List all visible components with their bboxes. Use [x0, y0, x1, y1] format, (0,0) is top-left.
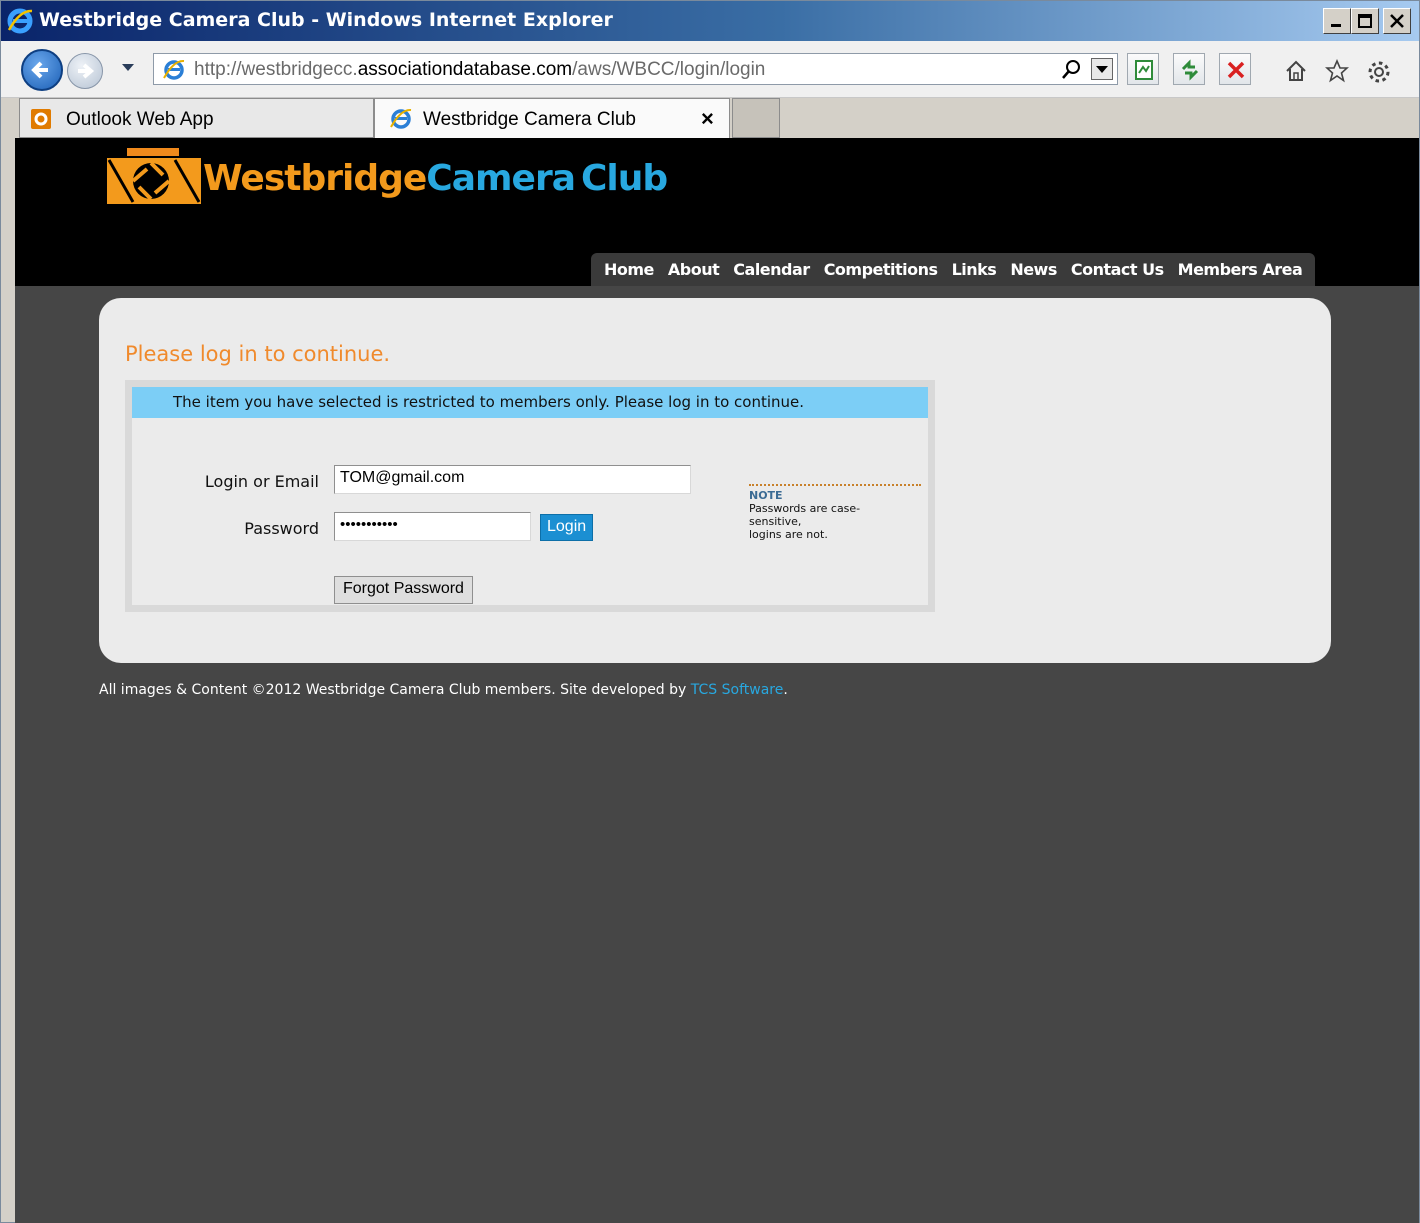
- outlook-icon: [31, 109, 51, 129]
- url-prefix: http://westbridgecc.: [194, 59, 358, 80]
- new-tab-button[interactable]: [732, 98, 780, 138]
- email-field[interactable]: TOM@gmail.com: [334, 465, 691, 494]
- nav-news[interactable]: News: [1003, 260, 1064, 279]
- note-title: NOTE: [749, 489, 783, 502]
- tab-westbridge-camera-club[interactable]: Westbridge Camera Club ×: [374, 98, 730, 138]
- title-bar: Westbridge Camera Club - Windows Interne…: [1, 1, 1419, 41]
- ie-icon: [390, 108, 412, 129]
- refresh-button[interactable]: [1173, 53, 1205, 85]
- login-form: The item you have selected is restricted…: [132, 387, 928, 605]
- footer-text: All images & Content ©2012 Westbridge Ca…: [99, 682, 691, 698]
- stop-button[interactable]: [1219, 53, 1251, 85]
- email-label: Login or Email: [204, 472, 319, 491]
- close-icon: [1390, 14, 1404, 28]
- footer-end: .: [783, 682, 788, 698]
- main-nav-menu: Home About Calendar Competitions Links N…: [591, 253, 1316, 286]
- back-arrow-icon: [31, 61, 48, 79]
- compatibility-view-button[interactable]: [1127, 53, 1159, 85]
- maximize-button[interactable]: [1351, 8, 1379, 34]
- url-path: /aws/WBCC/login/login: [572, 59, 766, 80]
- minimize-button[interactable]: [1323, 8, 1351, 34]
- password-label: Password: [244, 519, 319, 538]
- page-title: Please log in to continue.: [125, 342, 391, 366]
- password-note: NOTE Passwords are case- sensitive, logi…: [749, 484, 921, 541]
- tab-bar: Outlook Web App Westbridge Camera Club ×: [1, 98, 1419, 138]
- tab-close-icon[interactable]: ×: [701, 106, 714, 132]
- stop-icon: [1227, 61, 1245, 79]
- page-favicon-icon: [163, 59, 185, 80]
- ie-logo-icon: [7, 8, 33, 34]
- site-header: WestbridgeCamera Club Home About Calendar…: [15, 138, 1419, 286]
- forward-button[interactable]: [67, 53, 103, 89]
- tab-outlook-web-app[interactable]: Outlook Web App: [19, 98, 374, 138]
- notice-text: The item you have selected is restricted…: [173, 393, 805, 411]
- note-line-1: Passwords are case-: [749, 502, 861, 515]
- window-title: Westbridge Camera Club - Windows Interne…: [39, 9, 613, 31]
- chevron-down-icon: [1096, 66, 1108, 73]
- refresh-icon: [1181, 59, 1199, 81]
- tab-label: Westbridge Camera Club: [423, 109, 636, 130]
- url-text[interactable]: http://westbridgecc.associationdatabase.…: [194, 59, 765, 81]
- tcs-software-link[interactable]: TCS Software: [691, 682, 784, 698]
- note-line-2: sensitive,: [749, 515, 802, 528]
- login-button[interactable]: Login: [540, 514, 594, 541]
- navigation-bar: http://westbridgecc.associationdatabase.…: [1, 41, 1419, 98]
- browser-window: Westbridge Camera Club - Windows Interne…: [0, 0, 1420, 1223]
- note-line-3: logins are not.: [749, 528, 828, 541]
- home-icon[interactable]: [1284, 59, 1308, 83]
- history-dropdown-icon[interactable]: [121, 63, 135, 73]
- password-field[interactable]: •••••••••••: [334, 512, 531, 541]
- nav-calendar[interactable]: Calendar: [726, 260, 816, 279]
- logo-word-westbridge: Westbridge: [203, 158, 427, 199]
- logo-word-club: Club: [580, 158, 668, 199]
- page-viewport: WestbridgeCamera Club Home About Calendar…: [15, 138, 1419, 1223]
- camera-aperture-logo-icon: [107, 148, 201, 204]
- logo-word-camera: Camera: [426, 158, 576, 199]
- login-form-box: The item you have selected is restricted…: [125, 380, 935, 612]
- close-window-button[interactable]: [1383, 8, 1411, 34]
- tab-label: Outlook Web App: [66, 109, 214, 130]
- forward-arrow-icon: [78, 63, 95, 79]
- forgot-password-button[interactable]: Forgot Password: [334, 576, 473, 604]
- back-button[interactable]: [21, 49, 63, 91]
- maximize-icon: [1358, 14, 1372, 28]
- gear-icon[interactable]: [1366, 59, 1392, 85]
- favorites-star-icon[interactable]: [1325, 59, 1349, 83]
- nav-members-area[interactable]: Members Area: [1171, 260, 1310, 279]
- site-logo-text[interactable]: WestbridgeCamera Club: [203, 158, 668, 199]
- url-domain: associationdatabase.com: [357, 59, 573, 80]
- minimize-icon: [1331, 24, 1341, 27]
- nav-about[interactable]: About: [661, 260, 726, 279]
- address-bar[interactable]: http://westbridgecc.associationdatabase.…: [153, 53, 1118, 85]
- content-panel: Please log in to continue. The item you …: [99, 298, 1331, 663]
- nav-competitions[interactable]: Competitions: [817, 260, 945, 279]
- nav-contact-us[interactable]: Contact Us: [1064, 260, 1171, 279]
- address-dropdown-button[interactable]: [1091, 58, 1113, 80]
- restricted-notice: The item you have selected is restricted…: [132, 387, 928, 418]
- compatibility-icon: [1135, 60, 1153, 80]
- site-footer: All images & Content ©2012 Westbridge Ca…: [99, 682, 788, 698]
- search-icon[interactable]: [1061, 58, 1083, 80]
- nav-home[interactable]: Home: [597, 260, 661, 279]
- nav-links[interactable]: Links: [945, 260, 1004, 279]
